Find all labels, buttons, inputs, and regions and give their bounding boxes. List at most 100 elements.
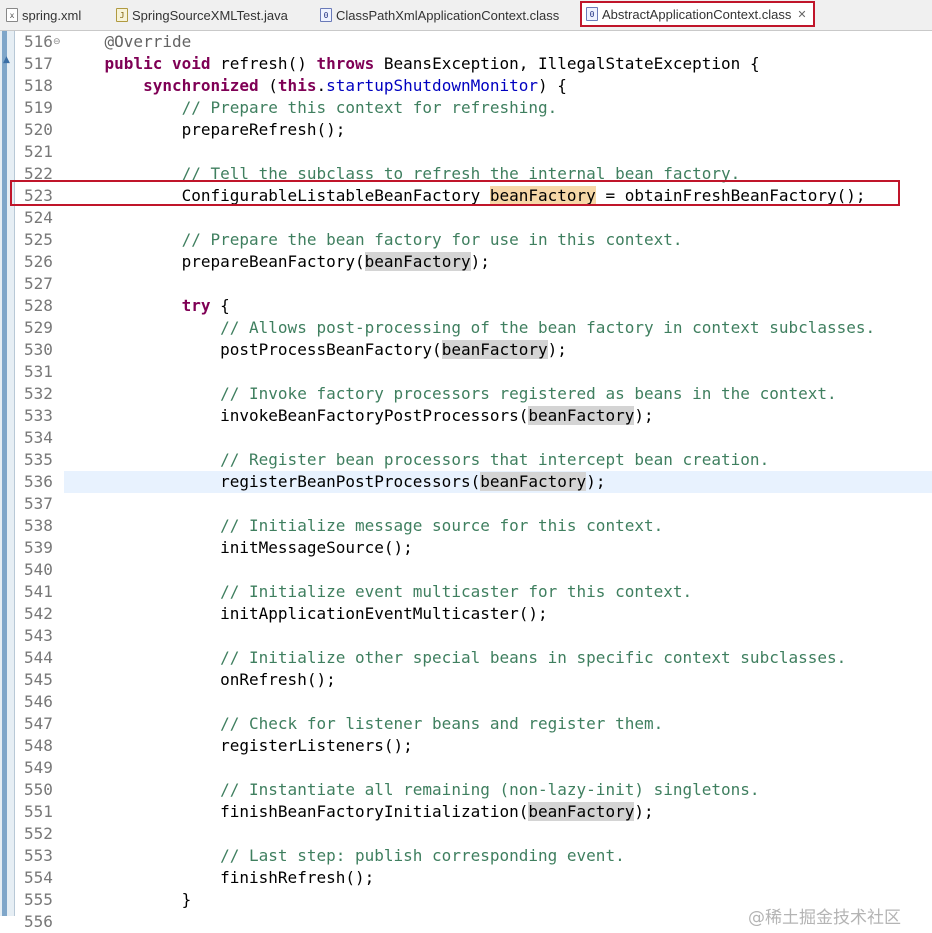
keyword-token: void: [171, 54, 211, 73]
code-line[interactable]: prepareRefresh();: [66, 119, 346, 141]
variable-token: beanFactory: [528, 802, 635, 821]
variable-token: beanFactory: [364, 252, 471, 271]
code-line[interactable]: // Initialize event multicaster for this…: [66, 581, 692, 603]
comment-token: // Allows post-processing of the bean fa…: [220, 318, 876, 337]
variable-token: beanFactory: [441, 340, 548, 359]
line-number: 528: [24, 296, 53, 315]
code-line[interactable]: // Allows post-processing of the bean fa…: [66, 317, 875, 339]
code-token: );: [634, 406, 654, 425]
comment-token: // Invoke factory processors registered …: [220, 384, 837, 403]
code-line[interactable]: }: [66, 889, 192, 911]
line-number: 542: [24, 604, 53, 623]
code-editor[interactable]: ▲ 516 ⊖ @Override 517 public void refresh(…: [0, 31, 932, 931]
code-line[interactable]: // Instantiate all remaining (non-lazy-i…: [66, 779, 759, 801]
line-number: 535: [24, 450, 53, 469]
line-number: 524: [24, 208, 53, 227]
keyword-token: try: [181, 296, 211, 315]
code-line[interactable]: public void refresh() throws BeansExcept…: [66, 53, 760, 75]
comment-token: // Last step: publish corresponding even…: [220, 846, 625, 865]
line-number: 546: [24, 692, 53, 711]
line-number: 549: [24, 758, 53, 777]
code-line[interactable]: @Override: [66, 31, 192, 53]
code-line[interactable]: synchronized (this.startupShutdownMonito…: [66, 75, 567, 97]
code-line[interactable]: prepareBeanFactory(beanFactory);: [66, 251, 490, 273]
code-token: startupShutdownMonitor: [326, 76, 539, 95]
comment-token: // Initialize other special beans in spe…: [220, 648, 847, 667]
java-file-icon: J: [116, 8, 128, 22]
line-number: 517: [24, 54, 53, 73]
tab-classpathxmlapplicationcontext-class[interactable]: 0 ClassPathXmlApplicationContext.class: [320, 3, 559, 27]
line-number: 536: [24, 472, 53, 491]
tab-label: ClassPathXmlApplicationContext.class: [336, 7, 560, 23]
code-line[interactable]: registerListeners();: [66, 735, 413, 757]
class-file-icon: 0: [320, 8, 332, 22]
line-number: 544: [24, 648, 53, 667]
code-line[interactable]: initApplicationEventMulticaster();: [66, 603, 548, 625]
line-number: 537: [24, 494, 53, 513]
code-token: }: [66, 890, 192, 909]
code-line[interactable]: finishRefresh();: [66, 867, 374, 889]
code-line[interactable]: // Invoke factory processors registered …: [66, 383, 837, 405]
code-line[interactable]: onRefresh();: [66, 669, 336, 691]
code-token: onRefresh();: [66, 670, 336, 689]
comment-token: // Tell the subclass to refresh the inte…: [181, 164, 741, 183]
code-line[interactable]: ConfigurableListableBeanFactory beanFact…: [66, 185, 866, 207]
code-token: initMessageSource();: [66, 538, 413, 557]
line-number: 543: [24, 626, 53, 645]
comment-token: // Initialize message source for this co…: [220, 516, 664, 535]
close-icon[interactable]: ✕: [797, 8, 806, 21]
comment-token: // Prepare this context for refreshing.: [181, 98, 558, 117]
line-number: 541: [24, 582, 53, 601]
code-line[interactable]: // Initialize message source for this co…: [66, 515, 663, 537]
code-token: );: [586, 472, 606, 491]
tab-spring-xml[interactable]: x spring.xml: [6, 3, 81, 27]
code-line[interactable]: invokeBeanFactoryPostProcessors(beanFact…: [66, 405, 654, 427]
line-number: 529: [24, 318, 53, 337]
class-file-icon: 0: [586, 7, 598, 21]
code-token: .: [316, 76, 327, 95]
code-line[interactable]: // Last step: publish corresponding even…: [66, 845, 625, 867]
annotation-ruler: ▲: [0, 31, 15, 916]
line-number: 530: [24, 340, 53, 359]
line-number: 516: [24, 32, 53, 51]
code-line[interactable]: // Prepare this context for refreshing.: [66, 97, 558, 119]
code-line[interactable]: finishBeanFactoryInitialization(beanFact…: [66, 801, 654, 823]
line-number: 534: [24, 428, 53, 447]
code-line[interactable]: postProcessBeanFactory(beanFactory);: [66, 339, 567, 361]
code-line[interactable]: try {: [66, 295, 230, 317]
code-line[interactable]: // Initialize other special beans in spe…: [66, 647, 846, 669]
fold-toggle-icon[interactable]: ⊖: [53, 31, 61, 53]
code-token: BeansException, IllegalStateException {: [374, 54, 760, 73]
code-token: );: [634, 802, 654, 821]
line-number: 545: [24, 670, 53, 689]
code-line[interactable]: registerBeanPostProcessors(beanFactory);: [66, 471, 605, 493]
code-line[interactable]: // Check for listener beans and register…: [66, 713, 663, 735]
code-line[interactable]: // Tell the subclass to refresh the inte…: [66, 163, 741, 185]
tab-springsourcexmltest-java[interactable]: J SpringSourceXMLTest.java: [116, 3, 288, 27]
line-number: 525: [24, 230, 53, 249]
line-number: 532: [24, 384, 53, 403]
code-line[interactable]: // Prepare the bean factory for use in t…: [66, 229, 683, 251]
keyword-token: throws: [316, 54, 375, 73]
xml-file-icon: x: [6, 8, 18, 22]
code-token: finishRefresh();: [66, 868, 375, 887]
override-marker-icon: ▲: [3, 55, 10, 65]
comment-token: // Check for listener beans and register…: [220, 714, 664, 733]
code-line[interactable]: // Register bean processors that interce…: [66, 449, 769, 471]
code-token: finishBeanFactoryInitialization(: [66, 802, 529, 821]
tab-label: AbstractApplicationContext.class: [602, 6, 792, 22]
code-token: refresh(): [210, 54, 317, 73]
line-number: 533: [24, 406, 53, 425]
tab-abstractapplicationcontext-class[interactable]: 0 AbstractApplicationContext.class ✕: [580, 1, 815, 27]
code-line[interactable]: initMessageSource();: [66, 537, 413, 559]
keyword-token: public: [104, 54, 163, 73]
